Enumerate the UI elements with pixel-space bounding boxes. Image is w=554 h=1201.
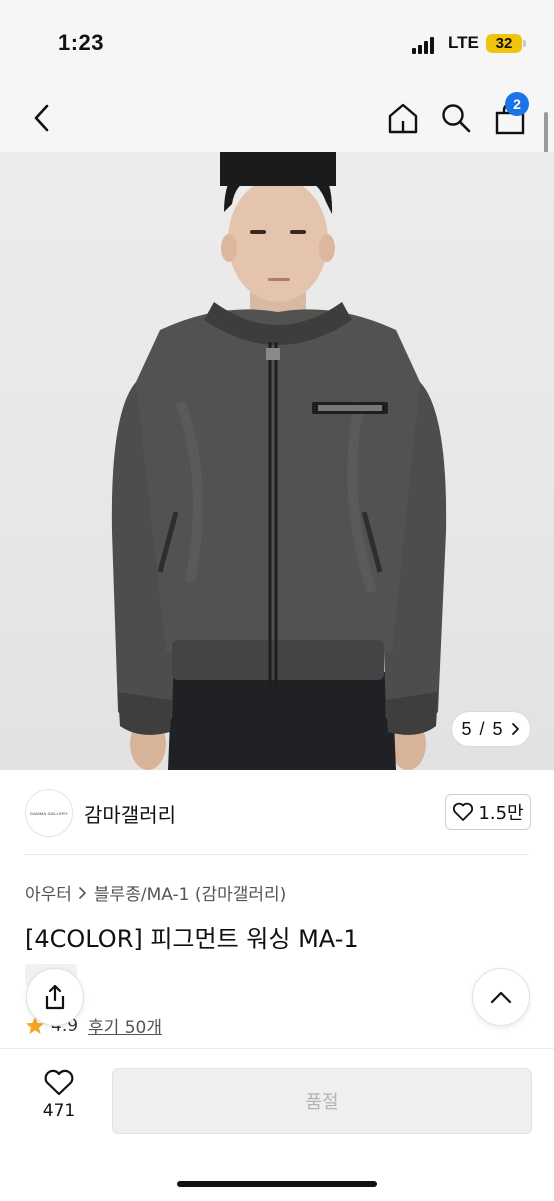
brand-like-count: 1.5만 — [478, 803, 524, 824]
back-button[interactable] — [20, 94, 64, 142]
home-indicator — [177, 1181, 377, 1187]
brand-name[interactable]: 감마갤러리 — [84, 799, 176, 828]
share-button[interactable] — [26, 968, 84, 1026]
image-counter-current: 5 — [461, 718, 472, 739]
breadcrumb-subcategory[interactable]: 블루종/MA-1 (감마갤러리) — [94, 880, 286, 905]
share-icon — [45, 984, 65, 1010]
wishlist-button[interactable]: 471 — [28, 1069, 90, 1133]
home-button[interactable] — [381, 94, 425, 142]
image-counter[interactable]: 5 / 5 — [452, 712, 530, 746]
soldout-button[interactable]: 품절 — [112, 1068, 532, 1134]
search-icon — [442, 104, 471, 133]
bottom-bar: 471 품절 — [0, 1048, 554, 1201]
battery-cap — [523, 40, 526, 47]
brand-logo[interactable]: GAMMA GALLERY — [25, 789, 73, 837]
network-label: LTE — [448, 33, 479, 52]
chevron-left-icon — [34, 104, 49, 132]
breadcrumb: 아우터 블루종/MA-1 (감마갤러리) — [25, 880, 286, 905]
home-icon — [388, 103, 418, 134]
chevron-right-icon — [511, 723, 519, 735]
product-title: [4COLOR] 피그먼트 워싱 MA-1 — [25, 925, 359, 953]
status-bar: 1:23 LTE 32 — [0, 0, 554, 86]
divider — [25, 854, 529, 855]
image-counter-separator: / — [479, 718, 485, 739]
reviews-link[interactable]: 후기 50개 — [88, 1013, 162, 1038]
heart-icon — [453, 802, 474, 821]
product-image[interactable] — [0, 152, 554, 770]
chevron-up-icon — [490, 991, 512, 1004]
breadcrumb-category[interactable]: 아우터 — [25, 880, 72, 905]
image-counter-total: 5 — [492, 718, 503, 739]
brand-like-button[interactable]: 1.5만 — [445, 794, 531, 830]
nav-bar — [0, 86, 554, 152]
battery-level: 32 — [495, 35, 513, 52]
model-jacket-illustration — [111, 152, 447, 770]
chevron-right-icon — [79, 886, 86, 899]
status-time: 1:23 — [58, 30, 105, 55]
wishlist-count: 471 — [42, 1101, 76, 1121]
brand-logo-text: GAMMA GALLERY — [29, 810, 69, 816]
heart-icon — [44, 1069, 74, 1096]
scroll-to-top-button[interactable] — [472, 968, 530, 1026]
cart-count-badge: 2 — [505, 92, 529, 116]
brand-row: GAMMA GALLERY 감마갤러리 1.5만 — [0, 770, 554, 854]
battery-icon: 32 — [486, 34, 522, 53]
search-button[interactable] — [434, 94, 478, 142]
